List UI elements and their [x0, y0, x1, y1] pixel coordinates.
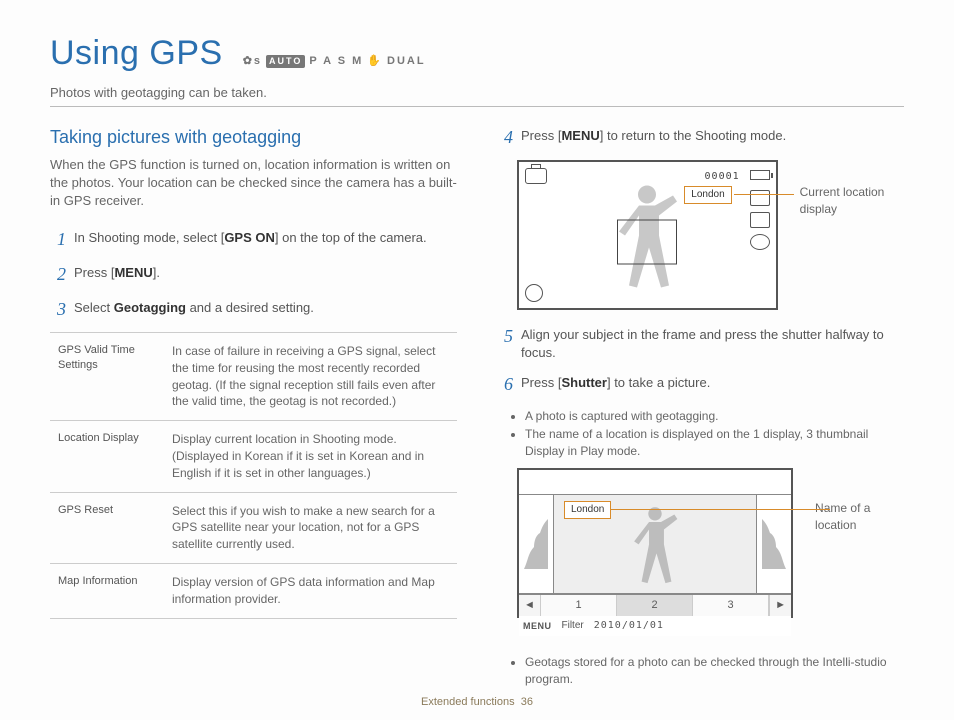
- callout-line: [610, 509, 830, 510]
- page-header: Using GPS ✿s AUTO P A S M ✋DUAL: [50, 30, 904, 78]
- left-column: Taking pictures with geotagging When the…: [50, 125, 457, 696]
- bullet-item: A photo is captured with geotagging.: [525, 408, 904, 425]
- battery-icon: [750, 170, 770, 180]
- step-3: 3 Select Geotagging and a desired settin…: [50, 297, 457, 322]
- step-number: 5: [497, 324, 513, 362]
- step-1: 1 In Shooting mode, select [GPS ON] on t…: [50, 227, 457, 252]
- final-bullets: Geotags stored for a photo can be checke…: [525, 654, 904, 688]
- step-2: 2 Press [MENU].: [50, 262, 457, 287]
- page-subtitle: Photos with geotagging can be taken.: [50, 84, 904, 102]
- setting-key: Location Display: [50, 421, 164, 492]
- setting-key: Map Information: [50, 564, 164, 619]
- setting-desc: In case of failure in receiving a GPS si…: [164, 333, 457, 421]
- setting-desc: Display version of GPS data information …: [164, 564, 457, 619]
- pager-prev[interactable]: ◄: [519, 595, 541, 616]
- callout-line: [734, 194, 794, 195]
- filter-label: Filter: [562, 619, 584, 633]
- thumbnail-pager: ◄ 1 2 3 ►: [519, 594, 791, 616]
- step-text: Press [MENU].: [74, 262, 160, 287]
- setting-desc: Display current location in Shooting mod…: [164, 421, 457, 492]
- frame-counter: 00001: [705, 170, 740, 184]
- mode-indicators: ✿s AUTO P A S M ✋DUAL: [243, 54, 426, 69]
- menu-label: MENU: [523, 620, 552, 633]
- step-6-bullets: A photo is captured with geotagging. The…: [525, 408, 904, 460]
- mode-auto: AUTO: [266, 55, 305, 68]
- thumb-current: London: [553, 494, 757, 594]
- callout-label: Name of a location: [815, 500, 904, 534]
- resolution-icon: [750, 190, 770, 206]
- step-text: Select Geotagging and a desired setting.: [74, 297, 314, 322]
- table-row: Map Information Display version of GPS d…: [50, 564, 457, 619]
- subject-silhouette: [627, 507, 683, 589]
- step-number: 6: [497, 372, 513, 397]
- step-text: Align your subject in the frame and pres…: [521, 324, 904, 362]
- mode-dual: DUAL: [387, 54, 426, 69]
- bullet-item: The name of a location is displayed on t…: [525, 426, 904, 460]
- pager-page-selected[interactable]: 2: [617, 595, 693, 616]
- section-intro: When the GPS function is turned on, loca…: [50, 156, 457, 211]
- page-footer: Extended functions 36: [0, 695, 954, 710]
- camera-icon: [525, 168, 547, 184]
- divider: [50, 106, 904, 107]
- bullet-item: Geotags stored for a photo can be checke…: [525, 654, 904, 688]
- table-row: Location Display Display current locatio…: [50, 421, 457, 492]
- step-number: 1: [50, 227, 66, 252]
- side-icon-stack: [750, 190, 770, 250]
- setting-key: GPS Reset: [50, 492, 164, 563]
- stabilizer-icon: [525, 284, 543, 302]
- pager-page[interactable]: 1: [541, 595, 617, 616]
- location-tag: London: [684, 186, 731, 204]
- thumb-prev: [519, 494, 553, 594]
- playback-screen-diagram: London ◄ 1 2 3 ►: [517, 468, 793, 618]
- date-label: 2010/01/01: [594, 619, 664, 633]
- quality-icon: [750, 212, 770, 228]
- step-text: In Shooting mode, select [GPS ON] on the…: [74, 227, 427, 252]
- focus-frame: [617, 220, 677, 265]
- flash-icon: [750, 234, 770, 250]
- step-text: Press [Shutter] to take a picture.: [521, 372, 710, 397]
- table-row: GPS Reset Select this if you wish to mak…: [50, 492, 457, 563]
- step-text: Press [MENU] to return to the Shooting m…: [521, 125, 786, 150]
- pager-next[interactable]: ►: [769, 595, 791, 616]
- setting-desc: Select this if you wish to make a new se…: [164, 492, 457, 563]
- step-5: 5 Align your subject in the frame and pr…: [497, 324, 904, 362]
- pager-page[interactable]: 3: [693, 595, 769, 616]
- location-tag: London: [564, 501, 611, 519]
- section-heading: Taking pictures with geotagging: [50, 125, 457, 150]
- playback-bottom-bar: MENU Filter 2010/01/01: [519, 616, 791, 636]
- mode-letters: P A S M: [309, 54, 363, 69]
- step-number: 2: [50, 262, 66, 287]
- step-6: 6 Press [Shutter] to take a picture.: [497, 372, 904, 397]
- footer-section: Extended functions: [421, 696, 515, 708]
- page-title: Using GPS: [50, 30, 223, 78]
- settings-table: GPS Valid Time Settings In case of failu…: [50, 332, 457, 619]
- footer-page: 36: [521, 696, 533, 708]
- step-number: 3: [50, 297, 66, 322]
- setting-key: GPS Valid Time Settings: [50, 333, 164, 421]
- step-4: 4 Press [MENU] to return to the Shooting…: [497, 125, 904, 150]
- callout-label: Current location display: [800, 184, 904, 218]
- shooting-screen-diagram: 00001 London: [517, 160, 778, 310]
- step-number: 4: [497, 125, 513, 150]
- table-row: GPS Valid Time Settings In case of failu…: [50, 333, 457, 421]
- right-column: 4 Press [MENU] to return to the Shooting…: [497, 125, 904, 696]
- thumbnail-row: London: [519, 494, 791, 594]
